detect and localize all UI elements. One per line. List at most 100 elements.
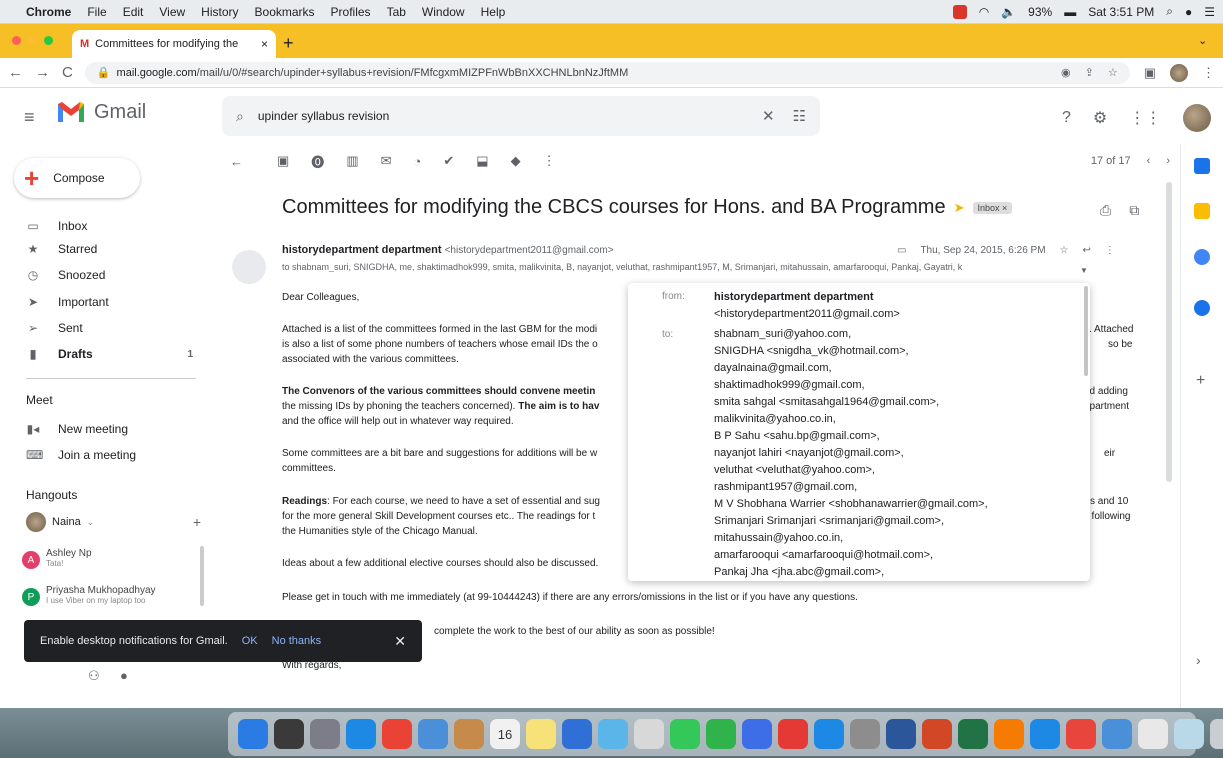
add-task-icon[interactable]: ✔ (443, 153, 454, 169)
sender-name[interactable]: historydepartment department (282, 244, 442, 256)
settings-gear-icon[interactable]: ⚙ (1093, 108, 1107, 128)
menu-view[interactable]: View (159, 5, 185, 19)
menu-history[interactable]: History (201, 5, 238, 19)
dock-app-icon[interactable] (994, 719, 1024, 749)
join-meeting-button[interactable]: ⌨ Join a meeting (0, 442, 205, 468)
snooze-icon[interactable]: ◔ (414, 154, 422, 169)
window-minimize-dot[interactable] (28, 36, 37, 45)
dock-app-icon[interactable] (1066, 719, 1096, 749)
window-zoom-dot[interactable] (44, 36, 53, 45)
tab-search-icon[interactable]: ⌄ (1198, 34, 1207, 47)
dock-app-icon[interactable] (274, 719, 304, 749)
archive-icon[interactable]: ▣ (277, 153, 289, 169)
prev-message-icon[interactable]: ‹ (1147, 155, 1151, 167)
dock-app-icon[interactable] (634, 719, 664, 749)
hangouts-contact[interactable]: P Priyasha Mukhopadhyay I use Viber on m… (22, 585, 197, 606)
dock-app-icon[interactable] (1174, 719, 1204, 749)
menu-profiles[interactable]: Profiles (331, 5, 371, 19)
control-center-icon[interactable]: ☰ (1204, 5, 1215, 19)
dock-app-icon[interactable] (670, 719, 700, 749)
sidebar-item-sent[interactable]: ➢ Sent (0, 315, 205, 341)
chrome-menu-icon[interactable]: ⋮ (1202, 65, 1215, 81)
dock-app-icon[interactable] (382, 719, 412, 749)
tasks-icon[interactable] (1194, 249, 1210, 265)
dock-app-icon[interactable] (1102, 719, 1132, 749)
importance-marker-icon[interactable]: ➤ (954, 200, 965, 216)
person-icon[interactable]: ⚇ (88, 668, 100, 684)
snackbar-ok-button[interactable]: OK (242, 635, 258, 647)
chat-bubble-icon[interactable]: ● (120, 668, 128, 683)
add-contact-icon[interactable]: + (193, 514, 201, 530)
calendar-icon[interactable] (1194, 158, 1210, 174)
dock-app-icon[interactable] (886, 719, 916, 749)
hangouts-contact[interactable]: A Ashley Np Tata! (22, 548, 197, 569)
snackbar-no-thanks-button[interactable]: No thanks (272, 635, 322, 647)
forward-icon[interactable]: → (35, 64, 50, 81)
dock-app-icon[interactable] (310, 719, 340, 749)
expand-panel-icon[interactable]: › (1196, 652, 1201, 668)
profile-avatar[interactable] (1170, 63, 1188, 82)
clock[interactable]: Sat 3:51 PM (1088, 5, 1154, 19)
siri-icon[interactable]: ● (1185, 5, 1192, 19)
menu-bookmarks[interactable]: Bookmarks (255, 5, 315, 19)
snackbar-close-icon[interactable]: ✕ (394, 633, 406, 650)
search-bar[interactable]: ⌕ upinder syllabus revision ✕ ☷ (222, 96, 820, 136)
menu-window[interactable]: Window (422, 5, 465, 19)
hangouts-scrollbar[interactable] (200, 546, 204, 606)
reload-icon[interactable]: C (62, 64, 73, 81)
tab-close-icon[interactable]: × (261, 37, 268, 51)
browser-tab[interactable]: M Committees for modifying the × (72, 30, 276, 58)
more-icon[interactable]: ⋮ (543, 153, 556, 169)
back-icon[interactable]: ← (8, 64, 23, 81)
dock-app-icon[interactable] (922, 719, 952, 749)
new-meeting-button[interactable]: ▮◂ New meeting (0, 416, 205, 442)
move-to-icon[interactable]: ⬓ (476, 153, 488, 169)
dock-app-icon[interactable] (706, 719, 736, 749)
dock-app-icon[interactable] (1210, 719, 1223, 749)
window-close-dot[interactable] (12, 36, 21, 45)
dock-app-icon[interactable] (814, 719, 844, 749)
dock-app-icon[interactable] (562, 719, 592, 749)
menu-tab[interactable]: Tab (387, 5, 406, 19)
dock-app-icon[interactable] (1138, 719, 1168, 749)
battery-icon[interactable]: ▬ (1064, 5, 1076, 19)
sidebar-item-important[interactable]: ➤ Important (0, 289, 205, 315)
clear-search-icon[interactable]: ✕ (762, 107, 775, 125)
dock-app-icon[interactable] (778, 719, 808, 749)
reply-icon[interactable]: ↩ (1083, 245, 1091, 256)
sidebar-item-snoozed[interactable]: ◷ Snoozed (0, 262, 205, 288)
dock-app-icon[interactable] (418, 719, 448, 749)
label-icon[interactable]: ◆ (511, 153, 521, 169)
new-tab-icon[interactable]: + (283, 33, 294, 54)
spotlight-icon[interactable]: ⌕ (1166, 4, 1173, 19)
bookmark-star-icon[interactable]: ☆ (1108, 66, 1118, 79)
help-icon[interactable]: ? (1062, 109, 1071, 127)
dock-app-icon[interactable] (238, 719, 268, 749)
main-scrollbar[interactable] (1166, 182, 1172, 482)
dock-app-icon[interactable] (526, 719, 556, 749)
wifi-icon[interactable]: ◠ (979, 5, 989, 19)
message-more-icon[interactable]: ⋮ (1105, 245, 1115, 256)
apps-grid-icon[interactable]: ⋮⋮ (1129, 108, 1161, 128)
print-icon[interactable]: ⎙ (1100, 202, 1111, 219)
volume-icon[interactable]: 🔈 (1001, 5, 1016, 19)
sidebar-item-drafts[interactable]: ▮ Drafts 1 (0, 341, 205, 367)
dock-app-icon[interactable] (346, 719, 376, 749)
status-dropdown-icon[interactable]: ⌄ (87, 517, 95, 528)
contacts-icon[interactable] (1194, 300, 1210, 316)
compose-button[interactable]: + Compose (14, 158, 140, 198)
search-icon[interactable]: ⌕ (236, 108, 244, 125)
main-menu-icon[interactable]: ≡ (24, 107, 35, 128)
show-details-icon[interactable]: ▼ (1080, 266, 1088, 275)
get-addons-icon[interactable]: + (1196, 372, 1205, 390)
open-new-window-icon[interactable]: ⧉ (1129, 202, 1139, 219)
sidebar-item-starred[interactable]: ★ Starred (0, 236, 205, 262)
menu-help[interactable]: Help (481, 5, 506, 19)
eye-icon[interactable]: ◉ (1061, 66, 1071, 79)
popup-scrollbar[interactable] (1084, 286, 1088, 376)
dock-app-icon[interactable] (850, 719, 880, 749)
next-message-icon[interactable]: › (1166, 155, 1170, 167)
keep-icon[interactable] (1194, 203, 1210, 219)
menu-edit[interactable]: Edit (123, 5, 144, 19)
share-icon[interactable]: ⇪ (1085, 66, 1094, 79)
